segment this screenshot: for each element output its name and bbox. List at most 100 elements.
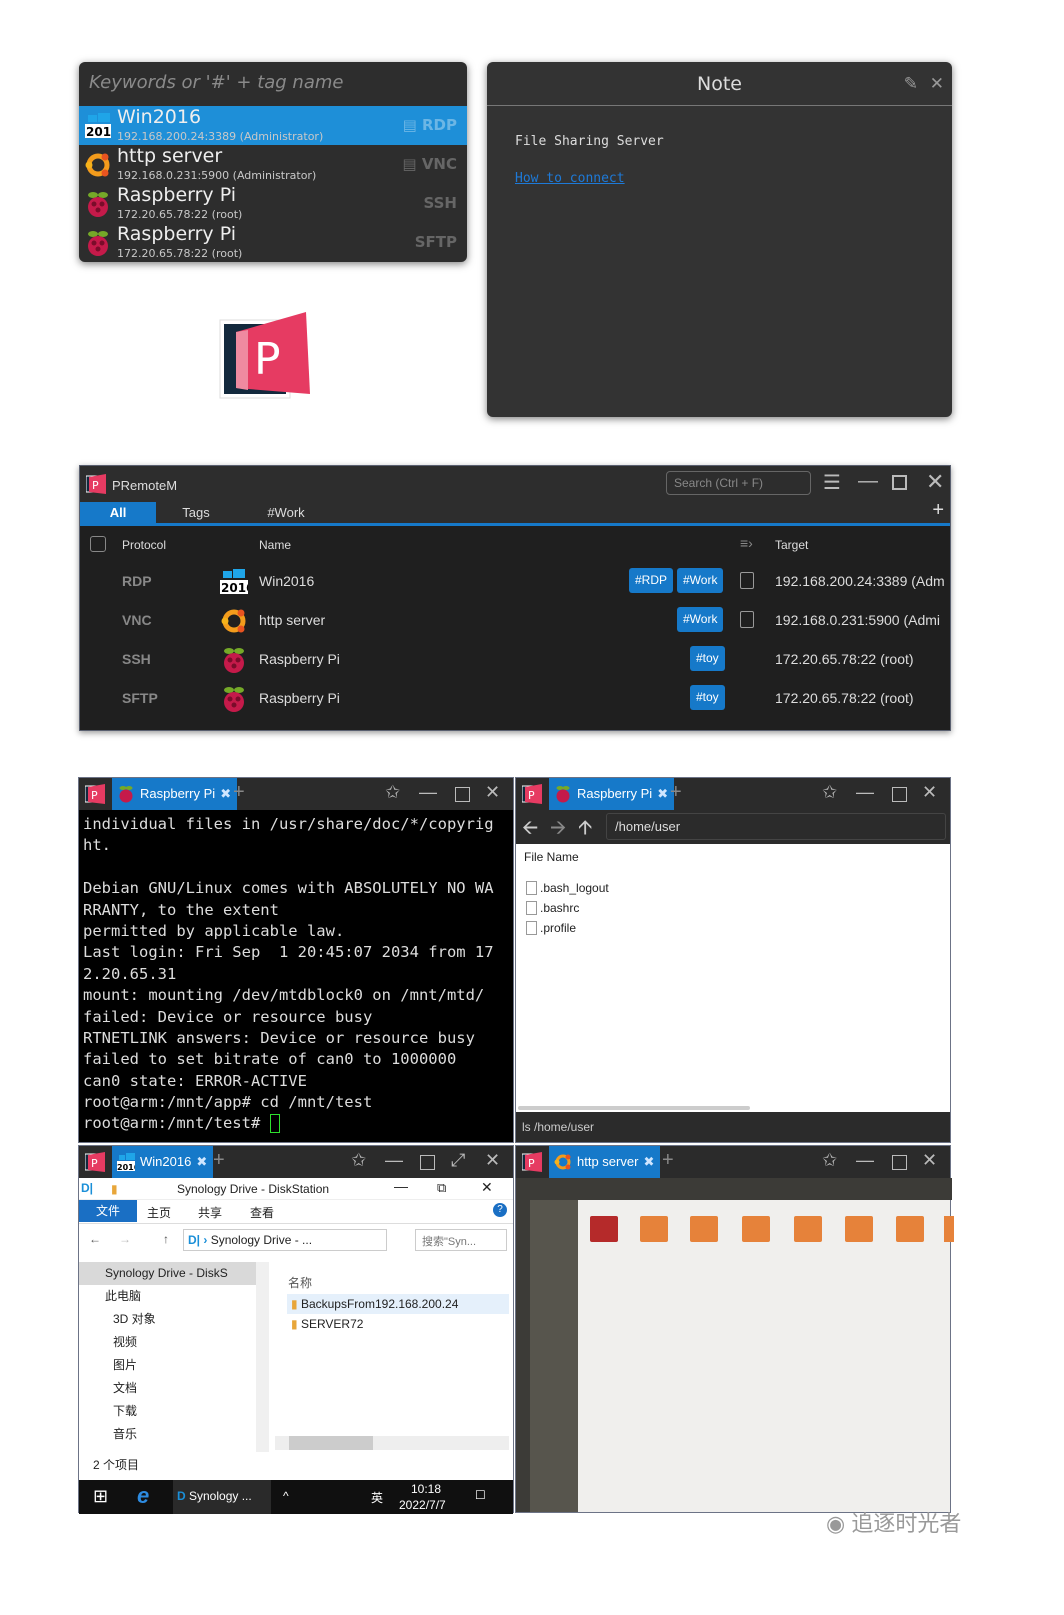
remote-desktop[interactable] (516, 1178, 954, 1512)
tag-badge[interactable]: #Work (677, 607, 724, 632)
up-icon[interactable]: 🡩 (578, 813, 592, 847)
ribbon-tab-view[interactable]: 查看 (250, 1204, 274, 1221)
maximize-icon[interactable] (892, 787, 907, 802)
tag-badge[interactable]: #RDP (629, 568, 674, 593)
nav-item[interactable]: 视频 (79, 1331, 269, 1354)
close-icon[interactable]: ✕ (485, 782, 500, 803)
note-link[interactable]: How to connect (515, 171, 924, 186)
help-icon[interactable]: ? (493, 1203, 507, 1217)
unpin-icon[interactable]: ✩ (351, 1150, 366, 1171)
up-icon[interactable]: ↑ (163, 1232, 169, 1246)
close-icon[interactable]: ✕ (922, 782, 937, 803)
minimize-icon[interactable]: — (419, 782, 437, 803)
edit-icon[interactable]: ✎ (904, 62, 918, 106)
templates-folder-icon[interactable] (896, 1216, 924, 1242)
explorer-close-icon[interactable]: ✕ (481, 1179, 493, 1196)
file-item[interactable]: .profile (526, 918, 609, 938)
close-tab-icon[interactable]: ✖ (196, 1146, 207, 1178)
note-icon[interactable] (740, 572, 754, 589)
close-tab-icon[interactable]: ✖ (220, 778, 231, 810)
fullscreen-icon[interactable]: ⤢ (451, 1150, 465, 1171)
menu-icon[interactable]: ☰ (823, 470, 841, 495)
horizontal-scrollbar[interactable] (518, 1106, 750, 1110)
file-item[interactable]: ▮ BackupsFrom192.168.200.24 (287, 1294, 509, 1314)
ribbon-tab-file[interactable]: 文件 (79, 1200, 137, 1222)
back-icon[interactable]: 🡨 (522, 813, 538, 847)
maximize-icon[interactable] (892, 1155, 907, 1170)
explorer-minimize-icon[interactable]: — (394, 1178, 408, 1194)
column-name[interactable]: Name (259, 538, 291, 552)
launcher-search-input[interactable]: Keywords or '#' + tag name (79, 62, 467, 106)
tab-work[interactable]: #Work (256, 502, 316, 523)
start-icon[interactable]: ⊞ (93, 1486, 108, 1507)
desktop-folder-icon[interactable] (590, 1216, 618, 1242)
tag-badge[interactable]: #toy (690, 685, 725, 710)
column-name[interactable]: 名称 (288, 1274, 312, 1291)
column-protocol[interactable]: Protocol (122, 538, 166, 552)
add-icon[interactable]: + (932, 499, 944, 522)
tag-badge[interactable]: #toy (690, 646, 725, 671)
maximize-icon[interactable] (455, 787, 470, 802)
add-tab-icon[interactable]: + (662, 1149, 674, 1172)
close-tab-icon[interactable]: ✖ (644, 1146, 655, 1178)
table-row[interactable]: VNC http server #Work 192.168.0.231:5900… (80, 601, 950, 640)
address-bar[interactable]: D| › Synology Drive - ... (183, 1229, 387, 1251)
note-column-icon[interactable]: ≡› (740, 535, 753, 551)
ime-indicator[interactable]: 英 (371, 1489, 383, 1506)
clock-date[interactable]: 2022/7/7 (399, 1498, 446, 1512)
explorer-restore-icon[interactable]: ⧉ (437, 1180, 446, 1196)
minimize-icon[interactable]: — (385, 1150, 403, 1171)
nav-item[interactable]: Synology Drive - DiskS (79, 1262, 269, 1285)
videos-folder-icon[interactable] (944, 1216, 954, 1242)
minimize-icon[interactable]: — (856, 782, 874, 803)
add-tab-icon[interactable]: + (213, 1149, 225, 1172)
nav-item[interactable]: 图片 (79, 1354, 269, 1377)
nav-item[interactable]: 文档 (79, 1377, 269, 1400)
nav-item[interactable]: 3D 对象 (79, 1308, 269, 1331)
documents-folder-icon[interactable] (640, 1216, 668, 1242)
add-tab-icon[interactable]: + (233, 781, 245, 804)
nav-item[interactable]: 音乐 (79, 1423, 269, 1446)
search-box[interactable]: 搜索"Syn... (415, 1229, 507, 1251)
column-file-name[interactable]: File Name (524, 850, 579, 864)
select-all-checkbox[interactable] (90, 536, 106, 552)
table-row[interactable]: SFTP Raspberry Pi #toy 172.20.65.78:22 (… (80, 679, 950, 718)
nav-item[interactable]: 此电脑 (79, 1285, 269, 1308)
column-target[interactable]: Target (775, 538, 808, 552)
pictures-folder-icon[interactable] (794, 1216, 822, 1242)
session-tab[interactable]: Raspberry Pi ✖ (549, 778, 675, 810)
remote-desktop[interactable]: D| ▮ Synology Drive - DiskStation — ⧉ ✕ … (79, 1178, 513, 1480)
file-item[interactable]: ▮ SERVER72 (287, 1314, 509, 1334)
vertical-scrollbar[interactable] (256, 1262, 269, 1452)
session-tab[interactable]: Raspberry Pi ✖ (112, 778, 238, 810)
nav-item[interactable]: 下载 (79, 1400, 269, 1423)
tag-badge[interactable]: #Work (677, 568, 724, 593)
close-tab-icon[interactable]: ✖ (657, 778, 668, 810)
unpin-icon[interactable]: ✩ (385, 782, 400, 803)
file-item[interactable]: .bash_logout (526, 878, 609, 898)
maximize-icon[interactable] (420, 1155, 435, 1170)
add-tab-icon[interactable]: + (670, 781, 682, 804)
close-icon[interactable]: ✕ (930, 62, 944, 106)
close-icon[interactable]: ✕ (926, 469, 944, 495)
notification-icon[interactable]: ☐ (475, 1488, 486, 1502)
launcher-item[interactable]: http server 192.168.0.231:5900 (Administ… (79, 145, 467, 184)
tab-all[interactable]: All (80, 502, 156, 523)
tab-tags[interactable]: Tags (166, 502, 226, 523)
close-icon[interactable]: ✕ (485, 1150, 500, 1171)
session-tab[interactable]: http server ✖ (549, 1146, 661, 1178)
launcher-item[interactable]: Raspberry Pi 172.20.65.78:22 (root) SFTP (79, 223, 467, 262)
forward-icon[interactable]: 🡪 (550, 813, 566, 847)
close-icon[interactable]: ✕ (922, 1150, 937, 1171)
taskbar-app-synology[interactable]: D Synology ... (173, 1480, 271, 1514)
ribbon-tab-share[interactable]: 共享 (198, 1204, 222, 1221)
downloads-folder-icon[interactable] (690, 1216, 718, 1242)
search-input[interactable]: Search (Ctrl + F) (666, 471, 811, 495)
internet-explorer-icon[interactable]: e (137, 1483, 149, 1509)
maximize-icon[interactable] (892, 475, 907, 490)
forward-icon[interactable]: → (119, 1232, 131, 1246)
file-item[interactable]: .bashrc (526, 898, 609, 918)
music-folder-icon[interactable] (742, 1216, 770, 1242)
minimize-icon[interactable]: — (858, 470, 878, 493)
note-icon[interactable] (740, 611, 754, 628)
